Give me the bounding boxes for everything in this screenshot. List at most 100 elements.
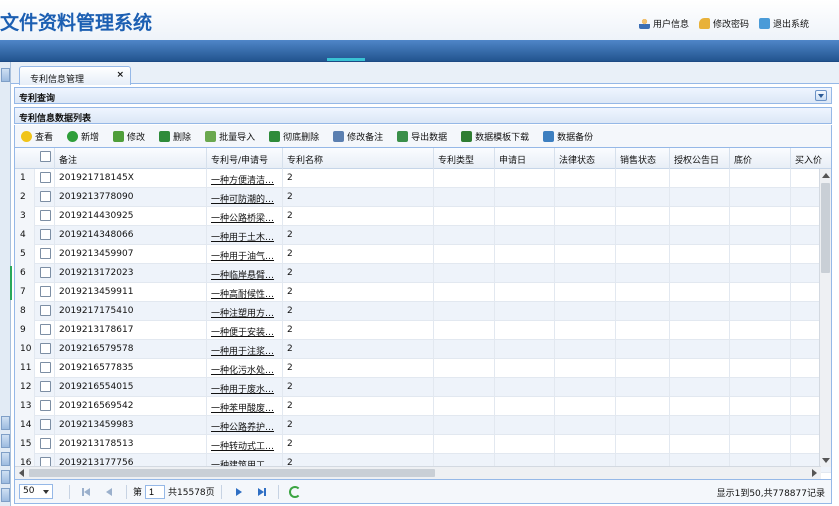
- patent-number-cell[interactable]: 一种临岸悬臂…: [207, 264, 283, 283]
- toolbar-button-1[interactable]: 查看: [21, 130, 53, 143]
- row-checkbox[interactable]: [40, 343, 51, 354]
- row-checkbox[interactable]: [40, 381, 51, 392]
- scroll-down-icon[interactable]: [822, 458, 830, 463]
- column-header-1[interactable]: 备注: [55, 148, 207, 169]
- tab-patent-management[interactable]: 专利信息管理 ×: [19, 66, 131, 85]
- row-checkbox[interactable]: [40, 229, 51, 240]
- patent-number-cell[interactable]: 一种便于安装…: [207, 321, 283, 340]
- table-row[interactable]: 3 2019214430925 一种公路桥梁… 2: [15, 207, 831, 226]
- toolbar-button-4[interactable]: 删除: [159, 130, 191, 143]
- user-info-link[interactable]: 用户信息: [638, 17, 689, 30]
- first-page-button[interactable]: [80, 485, 94, 499]
- empty-cell: [616, 321, 670, 340]
- purge-icon: [269, 130, 281, 142]
- scroll-left-icon[interactable]: [19, 469, 24, 477]
- patent-number-cell[interactable]: 一种用于废水…: [207, 378, 283, 397]
- row-checkbox[interactable]: [40, 191, 51, 202]
- row-checkbox[interactable]: [40, 210, 51, 221]
- table-row[interactable]: 12 2019216554015 一种用于废水… 2: [15, 378, 831, 397]
- row-checkbox[interactable]: [40, 438, 51, 449]
- scroll-up-icon[interactable]: [822, 173, 830, 178]
- row-checkbox[interactable]: [40, 400, 51, 411]
- patent-number-cell[interactable]: 一种高耐候性…: [207, 283, 283, 302]
- toolbar-button-2[interactable]: 新增: [67, 130, 99, 143]
- row-checkbox[interactable]: [40, 172, 51, 183]
- column-header-6[interactable]: 法律状态: [555, 148, 616, 169]
- patent-number-cell[interactable]: 一种苯甲酸废…: [207, 397, 283, 416]
- next-page-button[interactable]: [232, 485, 246, 499]
- table-row[interactable]: 2 2019213778090 一种可防潮的… 2: [15, 188, 831, 207]
- prev-page-button[interactable]: [102, 485, 116, 499]
- column-header-3[interactable]: 专利名称: [283, 148, 434, 169]
- hscroll-thumb[interactable]: [29, 469, 435, 477]
- scroll-right-icon[interactable]: [812, 469, 817, 477]
- patent-grid: 备注 专利号/申请号 专利名称 专利类型 申请日 法律状态 销售状态 授权公告日 底价 买入价 1…: [14, 147, 832, 480]
- table-row[interactable]: 7 2019213459911 一种高耐候性… 2: [15, 283, 831, 302]
- vertical-scrollbar[interactable]: [819, 169, 831, 467]
- patent-number-cell[interactable]: 一种用于注浆…: [207, 340, 283, 359]
- toolbar-button-10[interactable]: 数据备份: [543, 130, 593, 143]
- row-checkbox[interactable]: [40, 419, 51, 430]
- patent-number-cell[interactable]: 一种公路养护…: [207, 416, 283, 435]
- last-page-button[interactable]: [254, 485, 268, 499]
- patent-name-cell: 2: [283, 378, 434, 397]
- change-password-link[interactable]: 修改密码: [698, 17, 749, 30]
- toolbar-button-6[interactable]: 彻底删除: [269, 130, 319, 143]
- table-row[interactable]: 1 201921718145X 一种方便清洁… 2: [15, 169, 831, 188]
- toolbar-button-3[interactable]: 修改: [113, 130, 145, 143]
- select-all-checkbox[interactable]: [40, 151, 51, 162]
- column-header-10[interactable]: 买入价: [791, 148, 831, 169]
- patent-number-cell[interactable]: 一种可防潮的…: [207, 188, 283, 207]
- patent-number-cell[interactable]: 一种用于土木…: [207, 226, 283, 245]
- pager-divider: [220, 484, 222, 499]
- patent-name-cell: 2: [283, 302, 434, 321]
- rail-handle[interactable]: [1, 434, 10, 448]
- column-header-9[interactable]: 底价: [730, 148, 791, 169]
- toolbar-button-5[interactable]: 批量导入: [205, 130, 255, 143]
- page-size-select[interactable]: 50: [19, 484, 53, 499]
- patent-number-cell[interactable]: 一种注塑用方…: [207, 302, 283, 321]
- column-header-5[interactable]: 申请日: [495, 148, 555, 169]
- table-row[interactable]: 5 2019213459907 一种用于油气… 2: [15, 245, 831, 264]
- table-row[interactable]: 13 2019216569542 一种苯甲酸废… 2: [15, 397, 831, 416]
- expand-icon[interactable]: [815, 90, 827, 101]
- row-checkbox[interactable]: [40, 362, 51, 373]
- table-row[interactable]: 8 2019217175410 一种注塑用方… 2: [15, 302, 831, 321]
- table-row[interactable]: 14 2019213459983 一种公路养护… 2: [15, 416, 831, 435]
- close-icon[interactable]: ×: [116, 70, 124, 80]
- table-row[interactable]: 10 2019216579578 一种用于注浆… 2: [15, 340, 831, 359]
- row-checkbox[interactable]: [40, 305, 51, 316]
- rail-handle[interactable]: [1, 452, 10, 466]
- table-row[interactable]: 11 2019216577835 一种化污水处… 2: [15, 359, 831, 378]
- patent-number-cell[interactable]: 一种公路桥梁…: [207, 207, 283, 226]
- column-header-7[interactable]: 销售状态: [616, 148, 670, 169]
- rail-handle[interactable]: [1, 416, 10, 430]
- patent-name-cell: 2: [283, 340, 434, 359]
- table-row[interactable]: 9 2019213178617 一种便于安装… 2: [15, 321, 831, 340]
- horizontal-scrollbar[interactable]: [15, 466, 821, 479]
- row-checkbox[interactable]: [40, 248, 51, 259]
- patent-number-cell[interactable]: 一种用于油气…: [207, 245, 283, 264]
- column-header-8[interactable]: 授权公告日: [670, 148, 730, 169]
- patent-number-cell[interactable]: 一种化污水处…: [207, 359, 283, 378]
- rail-expand-handle[interactable]: [1, 68, 10, 82]
- row-checkbox[interactable]: [40, 267, 51, 278]
- column-header-2[interactable]: 专利号/申请号: [207, 148, 283, 169]
- rail-handle[interactable]: [1, 470, 10, 484]
- table-row[interactable]: 15 2019213178513 一种转动式工… 2: [15, 435, 831, 454]
- scroll-thumb[interactable]: [821, 183, 830, 273]
- patent-number-cell[interactable]: 一种转动式工…: [207, 435, 283, 454]
- table-row[interactable]: 4 2019214348066 一种用于土木… 2: [15, 226, 831, 245]
- rail-handle[interactable]: [1, 488, 10, 502]
- logout-link[interactable]: 退出系统: [758, 17, 809, 30]
- toolbar-button-7[interactable]: 修改备注: [333, 130, 383, 143]
- table-row[interactable]: 6 2019213172023 一种临岸悬臂… 2: [15, 264, 831, 283]
- refresh-icon[interactable]: [288, 485, 301, 498]
- toolbar-button-8[interactable]: 导出数据: [397, 130, 447, 143]
- page-number-input[interactable]: [145, 484, 166, 499]
- column-header-4[interactable]: 专利类型: [434, 148, 495, 169]
- row-checkbox[interactable]: [40, 324, 51, 335]
- patent-number-cell[interactable]: 一种方便清洁…: [207, 169, 283, 188]
- toolbar-button-9[interactable]: 数据模板下载: [461, 130, 529, 143]
- row-checkbox[interactable]: [40, 286, 51, 297]
